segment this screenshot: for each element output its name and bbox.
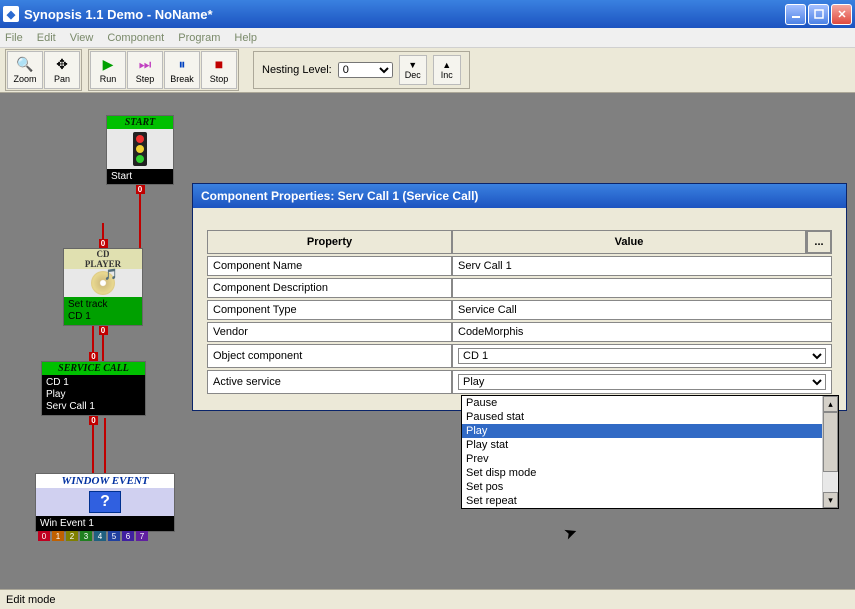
app-icon: ◆: [3, 6, 19, 22]
stop-button[interactable]: ■Stop: [201, 51, 237, 89]
option-set-disp-mode[interactable]: Set disp mode: [462, 466, 838, 480]
status-bar: Edit mode: [0, 589, 855, 609]
object-component-select[interactable]: CD 1: [458, 348, 826, 364]
node-window-event[interactable]: WINDOW EVENT ? Win Event 1 01234567: [35, 473, 175, 532]
menu-help[interactable]: Help: [234, 32, 257, 44]
window-title: Synopsis 1.1 Demo - NoName*: [24, 7, 785, 22]
active-service-select[interactable]: Play: [458, 374, 826, 390]
menu-program[interactable]: Program: [178, 32, 220, 44]
row-vendor: VendorCodeMorphis: [207, 322, 832, 342]
menu-component[interactable]: Component: [107, 32, 164, 44]
node-start[interactable]: START Start 0: [106, 115, 174, 185]
nesting-label: Nesting Level:: [262, 64, 332, 76]
title-bar: ◆ Synopsis 1.1 Demo - NoName*: [0, 0, 855, 28]
scroll-down-icon[interactable]: ▾: [823, 492, 838, 508]
scroll-up-icon[interactable]: ▴: [823, 396, 838, 412]
scroll-thumb[interactable]: [823, 412, 838, 472]
menu-file[interactable]: File: [5, 32, 23, 44]
row-obj: Object componentCD 1: [207, 344, 832, 368]
col-property: Property: [207, 230, 452, 254]
dec-button[interactable]: ▼Dec: [399, 55, 427, 85]
pan-icon: ✥: [56, 56, 68, 72]
nesting-select[interactable]: 0: [338, 62, 393, 78]
node-cd-player[interactable]: 0 CD PLAYER 🎵 Set track CD 1 0: [63, 248, 143, 326]
down-icon: ▼: [408, 60, 417, 70]
status-text: Edit mode: [6, 594, 56, 606]
canvas[interactable]: START Start 0 0 CD PLAYER 🎵 Set track CD…: [0, 93, 855, 589]
step-button[interactable]: ⏭Step: [127, 51, 163, 89]
option-set-pos[interactable]: Set pos: [462, 480, 838, 494]
row-desc: Component Description: [207, 278, 832, 298]
menu-edit[interactable]: Edit: [37, 32, 56, 44]
up-icon: ▲: [442, 60, 451, 70]
dropdown-scrollbar[interactable]: ▴ ▾: [822, 396, 838, 508]
toolbar: 🔍Zoom ✥Pan ▶Run ⏭Step ⏸Break ■Stop Nesti…: [0, 48, 855, 93]
component-properties-dialog: Component Properties: Serv Call 1 (Servi…: [192, 183, 847, 411]
option-play[interactable]: Play: [462, 424, 838, 438]
zoom-button[interactable]: 🔍Zoom: [7, 51, 43, 89]
nesting-panel: Nesting Level: 0 ▼Dec ▲Inc: [253, 51, 470, 89]
menu-view[interactable]: View: [70, 32, 94, 44]
break-icon: ⏸: [179, 56, 186, 72]
cd-icon: 🎵: [91, 271, 115, 295]
run-button[interactable]: ▶Run: [90, 51, 126, 89]
row-name: Component Name: [207, 256, 832, 276]
option-set-repeat[interactable]: Set repeat: [462, 494, 838, 508]
row-type: Component TypeService Call: [207, 300, 832, 320]
properties-table: Property Value ... Component Name Compon…: [207, 228, 832, 396]
node-service-call[interactable]: 0 SERVICE CALL CD 1 Play Serv Call 1 0: [41, 361, 146, 416]
component-desc-input[interactable]: [458, 282, 826, 294]
maximize-button[interactable]: [808, 4, 829, 25]
option-pause[interactable]: Pause: [462, 396, 838, 410]
option-prev[interactable]: Prev: [462, 452, 838, 466]
close-button[interactable]: [831, 4, 852, 25]
menu-bar: File Edit View Component Program Help: [0, 28, 855, 48]
run-icon: ▶: [103, 56, 114, 72]
zoom-icon: 🔍: [16, 56, 33, 72]
minimize-button[interactable]: [785, 4, 806, 25]
question-icon: ?: [89, 491, 121, 513]
component-name-input[interactable]: [458, 260, 826, 272]
active-service-dropdown[interactable]: Pause Paused stat Play Play stat Prev Se…: [461, 395, 839, 509]
cursor-icon: ➤: [561, 521, 580, 544]
option-play-stat[interactable]: Play stat: [462, 438, 838, 452]
link: [104, 418, 106, 478]
inc-button[interactable]: ▲Inc: [433, 55, 461, 85]
break-button[interactable]: ⏸Break: [164, 51, 200, 89]
dialog-title: Component Properties: Serv Call 1 (Servi…: [193, 184, 846, 208]
pan-button[interactable]: ✥Pan: [44, 51, 80, 89]
step-icon: ⏭: [139, 56, 152, 72]
stop-icon: ■: [215, 56, 223, 72]
row-active: Active servicePlay: [207, 370, 832, 394]
option-paused-stat[interactable]: Paused stat: [462, 410, 838, 424]
more-button[interactable]: ...: [807, 231, 831, 253]
traffic-light-icon: [133, 132, 147, 166]
col-value: Value: [452, 230, 806, 254]
